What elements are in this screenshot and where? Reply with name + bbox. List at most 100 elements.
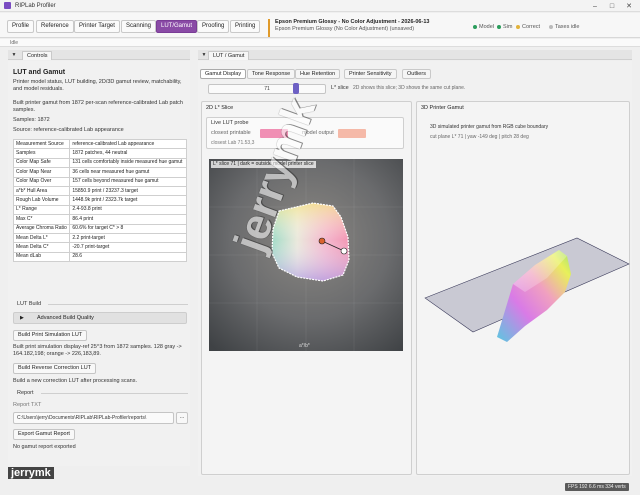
stats-key: Mean dLab	[12, 251, 71, 263]
stats-key: Mean Delta C*	[12, 242, 71, 253]
browse-button[interactable]: ...	[176, 412, 188, 424]
stats-row: Average Chroma Ratio 60.6% for target C* …	[12, 223, 187, 234]
build-reverse-button[interactable]: Build Reverse Correction LUT	[13, 363, 97, 374]
closest-lab-text: closest Lab 71.53,3	[211, 140, 255, 146]
slice-plot-svg	[209, 159, 403, 351]
stats-value: 2.2 print-target	[69, 232, 187, 244]
close-icon[interactable]: ✕	[620, 0, 638, 12]
slice-value: 71	[264, 86, 270, 92]
stats-row: Max C* 86.4 print	[12, 214, 187, 225]
left-panel-header: ▼ Controls	[8, 50, 190, 60]
nav-lut-gamut[interactable]: LUT/Gamut	[156, 20, 198, 33]
slice-plot[interactable]: L* slice 71 | dark = outside model print…	[209, 159, 403, 351]
stats-row: Measurement Source reference-calibrated L…	[12, 138, 187, 150]
slider-handle[interactable]	[293, 83, 300, 94]
status-taxes: Taxes idle	[549, 23, 579, 31]
status-dot-icon	[473, 25, 477, 29]
stats-value: 1872 patches, 44 neutral	[69, 148, 187, 159]
source-text: Source: reference-calibrated Lab appeara…	[13, 127, 124, 133]
stats-row: L* Range 2.4-93.8 print	[12, 204, 187, 216]
nav-printing[interactable]: Printing	[230, 20, 261, 33]
nav-reference[interactable]: Reference	[36, 20, 74, 33]
stats-key: Measurement Source	[12, 138, 71, 150]
right-panel-header: ▼ LUT / Gamut	[198, 50, 632, 60]
stats-key: a*b* Hull Area	[12, 185, 71, 197]
app-icon	[4, 2, 11, 9]
tab-hue-retention[interactable]: Hue Retention	[295, 69, 341, 79]
stats-key: Rough Lab Volume	[12, 195, 71, 206]
stats-value: 15850.9 print / 23237.3 target	[69, 185, 187, 197]
stats-value: 131 cells comfortably inside measured hu…	[69, 157, 187, 169]
slice-note: 2D shows this slice; 3D shows the same c…	[353, 85, 466, 91]
tab-printer-sensitivity[interactable]: Printer Sensitivity	[344, 69, 397, 79]
profile-subtitle: Epson Premium Glossy (No Color Adjustmen…	[275, 26, 415, 32]
controls-tab[interactable]: Controls	[22, 51, 53, 60]
stats-key: Color Map Near	[12, 167, 71, 178]
build-print-sim-button[interactable]: Build Print Simulation LUT	[13, 330, 88, 341]
stats-table: Measurement Source reference-calibrated L…	[12, 138, 187, 263]
gamut-3d-card: 3D Printer Gamut 3D simulated printer ga…	[416, 101, 630, 475]
gamut-3d-desc: 3D simulated printer gamut from RGB cube…	[430, 124, 549, 130]
window-title: RIPLab Profiler	[15, 2, 56, 9]
built-text: Built printer gamut from 1872 per-scan r…	[13, 100, 183, 113]
minimize-icon[interactable]: –	[586, 0, 604, 12]
slice-label: L* slice	[331, 85, 349, 91]
stats-key: Color Map Over	[12, 176, 71, 187]
card-title: 3D Printer Gamut	[421, 105, 464, 111]
axis-label: a*/b*	[299, 343, 310, 349]
collapse-icon[interactable]: ▼	[11, 52, 17, 58]
stats-key: L* Range	[12, 204, 71, 216]
advanced-build-quality-toggle[interactable]: ▶ Advanced Build Quality	[13, 312, 187, 324]
closest-printable-label: closest printable	[211, 130, 251, 136]
report-path-field[interactable]: C:\Users\jerry\Documents\RIPLab\RIPLab-P…	[13, 412, 174, 424]
stats-row: Color Map Over 157 cells beyond measured …	[12, 176, 187, 187]
report-txt-label: Report TXT	[13, 402, 42, 408]
panel-title: LUT and Gamut	[13, 69, 66, 76]
lut-gamut-tab[interactable]: LUT / Gamut	[208, 51, 250, 60]
status-correct: Correct	[516, 23, 540, 31]
stats-row: Color Map Safe 131 cells comfortably insi…	[12, 157, 187, 169]
stats-value: 86.4 print	[69, 214, 187, 225]
fps-readout: FPS 192 6.6 ms 334 verts	[565, 483, 629, 491]
panel-intro: Printer model status, LUT building, 2D/3…	[13, 79, 182, 92]
title-bar: RIPLab Profiler – □ ✕	[0, 0, 640, 12]
report-label: Report	[17, 390, 34, 396]
stats-value: -20.7 print-target	[69, 242, 187, 253]
closest-point[interactable]	[340, 247, 348, 255]
stats-value: 157 cells beyond measured hue gamut	[69, 176, 187, 187]
tab-gamut-display[interactable]: Gamut Display	[200, 69, 247, 79]
stats-value: 60.6% for target C* > 8	[69, 223, 187, 234]
card-title: 2D L* Slice	[206, 105, 234, 111]
probe-title: Live LUT probe	[211, 120, 249, 126]
build-rev-text: Build a new correction LUT after process…	[13, 378, 138, 384]
nav-profile[interactable]: Profile	[7, 20, 35, 33]
stats-key: Color Map Safe	[12, 157, 71, 169]
controls-panel: LUT and Gamut Printer model status, LUT …	[8, 61, 190, 466]
gamut-3d-plot[interactable]	[417, 222, 631, 362]
lut-build-label: LUT Build	[17, 301, 42, 307]
maximize-icon[interactable]: □	[603, 0, 621, 12]
build-sim-text: Built print simulation display-ref 25^3 …	[13, 344, 182, 357]
stats-row: Rough Lab Volume 1448.9k print / 2323.7k …	[12, 195, 187, 206]
nav-proofing[interactable]: Proofing	[197, 20, 230, 33]
profile-summary: Epson Premium Glossy - No Color Adjustme…	[268, 19, 458, 37]
top-nav: Profile Reference Printer Target Scannin…	[0, 13, 640, 38]
stats-row: Mean dLab 28.6	[12, 251, 187, 263]
probe-point[interactable]	[318, 237, 326, 245]
idle-bar: Idle	[0, 39, 640, 47]
export-gamut-report-button[interactable]: Export Gamut Report	[13, 429, 75, 440]
status-model: Model	[473, 23, 494, 31]
stats-value: reference-calibrated Lab appearance	[69, 138, 187, 150]
tab-outliers[interactable]: Outliers	[402, 69, 431, 79]
nav-printer-target[interactable]: Printer Target	[74, 20, 120, 33]
no-report-text: No gamut report exported	[13, 444, 76, 450]
nav-scanning[interactable]: Scanning	[121, 20, 157, 33]
app-window: RIPLab Profiler – □ ✕ Profile Reference …	[0, 0, 640, 495]
cut-plane-text: cut plane L* 71 | yaw -149 deg | pitch 2…	[430, 134, 529, 140]
collapse-icon[interactable]: ▼	[201, 52, 207, 58]
watermark-badge: jerrymk	[8, 467, 54, 479]
tab-tone-response[interactable]: Tone Response	[247, 69, 296, 79]
stats-row: Color Map Near 36 cells near measured hue…	[12, 167, 187, 178]
l-slice-slider[interactable]: 71	[208, 84, 326, 94]
stats-row: Samples 1872 patches, 44 neutral	[12, 148, 187, 159]
